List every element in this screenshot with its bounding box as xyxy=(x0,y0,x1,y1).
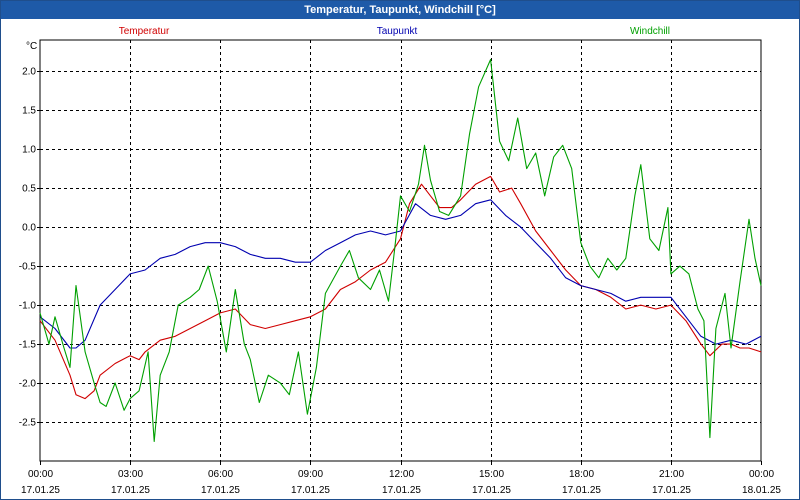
x-tick-time: 00:00 xyxy=(28,469,53,480)
x-tick-date: 18.01.25 xyxy=(742,485,781,496)
x-tick-date: 17.01.25 xyxy=(201,485,240,496)
y-axis: 2.0 1.5 1.0 0.5 0.0 -0.5 -1.0 -1.5 -2.0 -2.5 xyxy=(19,67,40,429)
y-tick-label: -2.0 xyxy=(19,379,37,390)
x-tick-date: 17.01.25 xyxy=(472,485,511,496)
chart-svg: 2.0 1.5 1.0 0.5 0.0 -0.5 -1.0 -1.5 -2.0 -2.5 00:0… xyxy=(19,26,782,496)
y-tick-label: 2.0 xyxy=(22,67,36,78)
y-tick-label: -1.5 xyxy=(19,340,37,351)
x-tick-date: 17.01.25 xyxy=(111,485,150,496)
x-tick-date: 17.01.25 xyxy=(291,485,330,496)
y-tick-label: 1.5 xyxy=(22,106,36,117)
x-tick-time: 15:00 xyxy=(479,469,504,480)
y-axis-unit: °C xyxy=(26,41,37,52)
x-tick-time: 00:00 xyxy=(749,469,774,480)
y-tick-label: 0.5 xyxy=(22,184,36,195)
x-axis: 00:00 17.01.25 03:00 17.01.25 06:00 17.01.25 0… xyxy=(21,461,781,496)
x-tick-time: 18:00 xyxy=(569,469,594,480)
x-tick-date: 17.01.25 xyxy=(21,485,60,496)
x-tick-time: 21:00 xyxy=(659,469,684,480)
y-tick-label: -1.0 xyxy=(19,301,37,312)
legend-taupunkt: Taupunkt xyxy=(377,26,418,37)
x-tick-time: 03:00 xyxy=(118,469,143,480)
x-tick-date: 17.01.25 xyxy=(382,485,421,496)
plot-area xyxy=(39,39,762,462)
y-tick-label: 1.0 xyxy=(22,145,36,156)
legend-temperatur: Temperatur xyxy=(119,26,170,37)
x-tick-time: 06:00 xyxy=(208,469,233,480)
x-tick-time: 09:00 xyxy=(298,469,323,480)
x-tick-time: 12:00 xyxy=(389,469,414,480)
x-tick-date: 17.01.25 xyxy=(562,485,601,496)
legend: Temperatur Taupunkt Windchill xyxy=(119,26,670,37)
x-tick-date: 17.01.25 xyxy=(652,485,691,496)
legend-windchill: Windchill xyxy=(630,26,670,37)
y-tick-label: -0.5 xyxy=(19,262,37,273)
y-tick-label: -2.5 xyxy=(19,418,37,429)
y-tick-label: 0.0 xyxy=(22,223,36,234)
